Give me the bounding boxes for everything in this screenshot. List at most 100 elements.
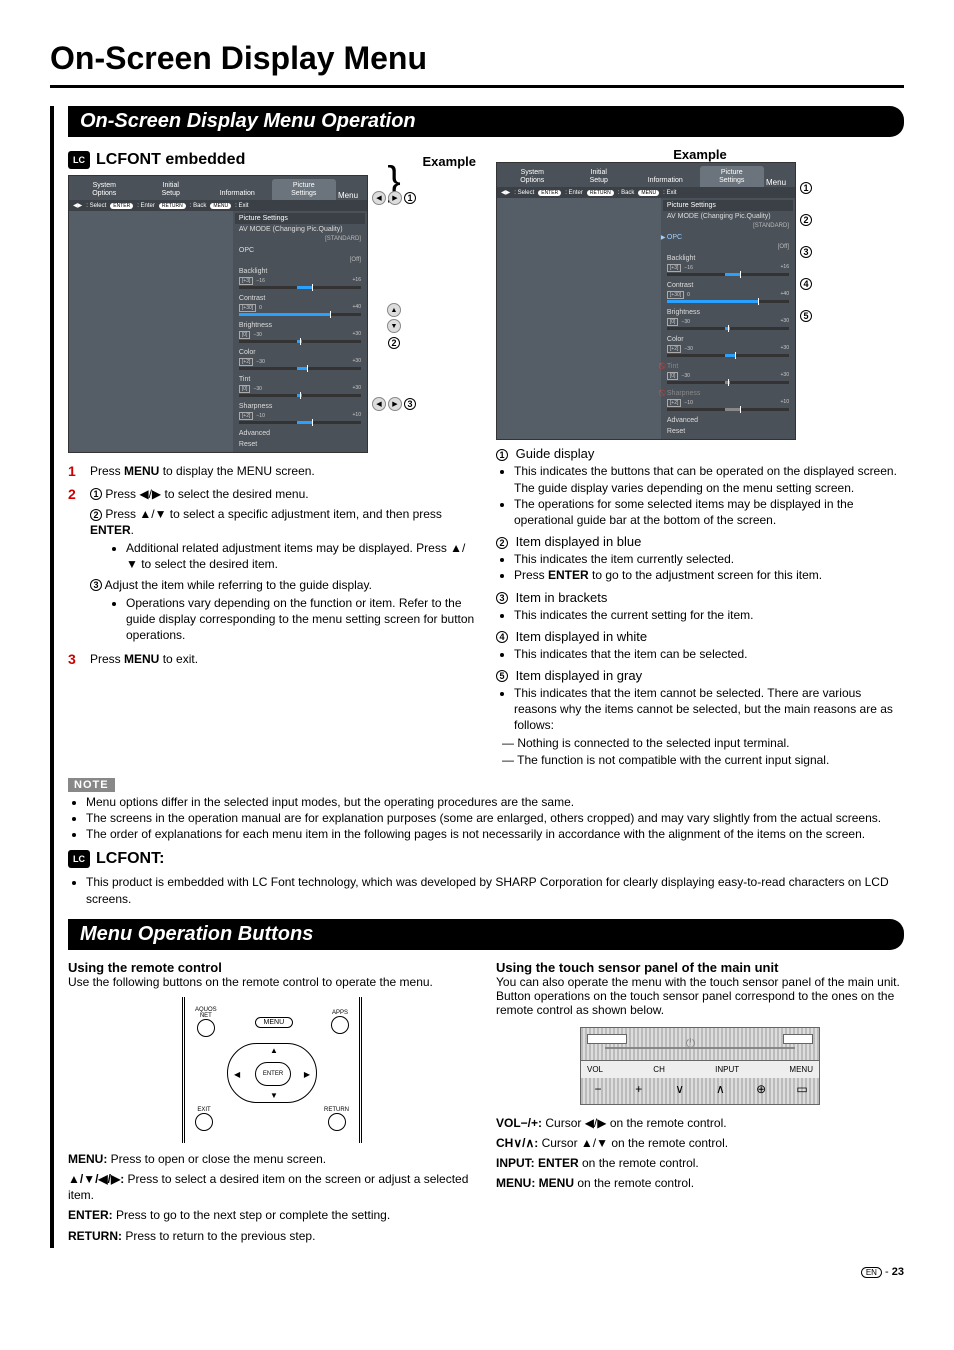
callout-r4: 4: [800, 278, 812, 290]
guide-display-text-2: The operations for some selected items m…: [514, 496, 904, 528]
osd-item: AV MODE (Changing Pic.Quality): [663, 211, 793, 222]
item-gray-heading: 5 Item displayed in gray: [496, 668, 904, 683]
touch-def-row: CH∨/∧: Cursor ▲/▼ on the remote control.: [496, 1135, 904, 1151]
remote-definitions: MENU: Press to open or close the menu sc…: [68, 1151, 476, 1244]
callout-r3: 3: [800, 246, 812, 258]
item-blue-heading: 2 Item displayed in blue: [496, 534, 904, 549]
osd-tab: Information: [633, 174, 698, 188]
guide-display-heading: 1 Guide display: [496, 446, 904, 461]
item-brackets-heading: 3 Item in brackets: [496, 590, 904, 605]
item-white-text: This indicates that the item can be sele…: [514, 646, 904, 662]
osd-item: Tint: [663, 361, 793, 372]
left-arrow-icon-2: ◀: [372, 397, 386, 411]
left-arrow-icon: ◀: [372, 191, 386, 205]
touch-label: CH: [653, 1065, 665, 1074]
lcfont-badge-icon: LC: [68, 151, 90, 169]
step-2-text: 1 Press ◀/▶ to select the desired menu. …: [90, 486, 476, 646]
step-1-number: 1: [68, 463, 82, 479]
remote-intro: Use the following buttons on the remote …: [68, 975, 476, 989]
page-title: On-Screen Display Menu: [50, 40, 904, 88]
remote-def-row: MENU: Press to open or close the menu sc…: [68, 1151, 476, 1167]
return-button-icon: [328, 1113, 346, 1131]
lcfont-badge-icon-2: LC: [68, 850, 90, 868]
item-brackets-text: This indicates the current setting for t…: [514, 607, 904, 623]
section-heading-operation: On-Screen Display Menu Operation: [68, 106, 904, 137]
step-2-number: 2: [68, 486, 82, 646]
osd-item: Backlight: [663, 253, 793, 264]
touch-intro-1: You can also operate the menu with the t…: [496, 975, 904, 989]
osd-example-right: System OptionsInitial SetupInformationPi…: [496, 162, 796, 440]
osd-guide-bar: ◀▶: SelectENTER: EnterRETURN: BackMENU: …: [69, 200, 367, 211]
down-triangle-icon: ▼: [270, 1091, 278, 1100]
section-heading-buttons: Menu Operation Buttons: [68, 919, 904, 950]
item-gray-dash-2: The function is not compatible with the …: [502, 752, 904, 768]
page-footer: EN - 23: [50, 1266, 904, 1278]
osd-tab: System Options: [72, 179, 137, 200]
osd-tab: Information: [205, 187, 270, 201]
panel-badge-icon: [587, 1034, 627, 1044]
osd-item: Color: [235, 347, 365, 358]
osd-example-left: System OptionsInitial SetupInformationPi…: [68, 175, 368, 453]
menu-button-icon: MENU: [255, 1017, 294, 1028]
osd-item: Reset: [235, 439, 365, 450]
left-triangle-icon: ◀: [234, 1070, 240, 1079]
step-3-text: Press MENU to exit.: [90, 651, 476, 667]
down-arrow-icon: ▼: [387, 319, 401, 333]
language-badge: EN: [861, 1267, 882, 1278]
osd-item: Sharpness: [235, 401, 365, 412]
callout-r2: 2: [800, 214, 812, 226]
touch-def-row: VOL−/+: Cursor ◀/▶ on the remote control…: [496, 1115, 904, 1131]
osd-item: OPC: [235, 245, 365, 256]
lcfont-embedded-heading: LC LCFONT embedded: [68, 151, 245, 169]
osd-item: Advanced: [235, 428, 365, 439]
callout-1: 1: [404, 192, 416, 204]
osd-tab: Picture Settings: [700, 166, 765, 187]
touch-def-row: MENU: MENU on the remote control.: [496, 1175, 904, 1191]
osd-item: Backlight: [235, 266, 365, 277]
panel-badge-icon-2: [783, 1034, 813, 1044]
osd-item: Brightness: [663, 307, 793, 318]
touch-panel-illustration: ⏻ VOLCHINPUTMENU −+∨∧⊕▭: [580, 1027, 820, 1105]
touch-button-icon: +: [628, 1082, 650, 1096]
lcfont-text: This product is embedded with LC Font te…: [86, 874, 904, 906]
apps-button-icon: [331, 1016, 349, 1034]
osd-item: Sharpness: [663, 388, 793, 399]
callout-r1: 1: [800, 182, 812, 194]
item-white-heading: 4 Item displayed in white: [496, 629, 904, 644]
aquos-net-button-icon: [197, 1019, 215, 1037]
right-arrow-icon-2: ▶: [388, 397, 402, 411]
brace-icon: }: [387, 175, 400, 187]
note-item: The screens in the operation manual are …: [86, 810, 904, 826]
touch-label: MENU: [789, 1065, 813, 1074]
item-blue-text-2: Press ENTER to go to the adjustment scre…: [514, 567, 904, 583]
note-item: Menu options differ in the selected inpu…: [86, 794, 904, 810]
touch-button-icon: ∧: [709, 1082, 731, 1096]
enter-button-icon: ENTER: [255, 1062, 291, 1086]
osd-section-heading: Picture Settings: [663, 200, 793, 211]
note-badge: NOTE: [68, 778, 115, 792]
touch-button-icon: ∨: [669, 1082, 691, 1096]
touch-label: VOL: [587, 1065, 603, 1074]
step-3-number: 3: [68, 651, 82, 667]
remote-def-row: RETURN: Press to return to the previous …: [68, 1228, 476, 1244]
touch-button-icon: −: [587, 1082, 609, 1096]
osd-item: Reset: [663, 426, 793, 437]
up-triangle-icon: ▲: [270, 1046, 278, 1055]
remote-def-row: ▲/▼/◀/▶: Press to select a desired item …: [68, 1171, 476, 1203]
callout-r5: 5: [800, 310, 812, 322]
osd-item: Advanced: [663, 415, 793, 426]
remote-heading: Using the remote control: [68, 960, 476, 975]
touch-definitions: VOL−/+: Cursor ◀/▶ on the remote control…: [496, 1115, 904, 1192]
touch-intro-2: Button operations on the touch sensor pa…: [496, 989, 904, 1017]
right-arrow-icon: ▶: [388, 191, 402, 205]
dpad-icon: ▲ ▼ ◀ ▶ ENTER: [227, 1043, 317, 1103]
touch-button-icon: ▭: [791, 1082, 813, 1096]
callout-3: 3: [404, 398, 416, 410]
note-item: The order of explanations for each menu …: [86, 826, 904, 842]
osd-item: Tint: [235, 374, 365, 385]
osd-item: Color: [663, 334, 793, 345]
touch-heading: Using the touch sensor panel of the main…: [496, 960, 904, 975]
osd-tab: Initial Setup: [139, 179, 204, 200]
lcfont-heading: LC LCFONT:: [68, 850, 904, 868]
right-triangle-icon: ▶: [304, 1070, 310, 1079]
